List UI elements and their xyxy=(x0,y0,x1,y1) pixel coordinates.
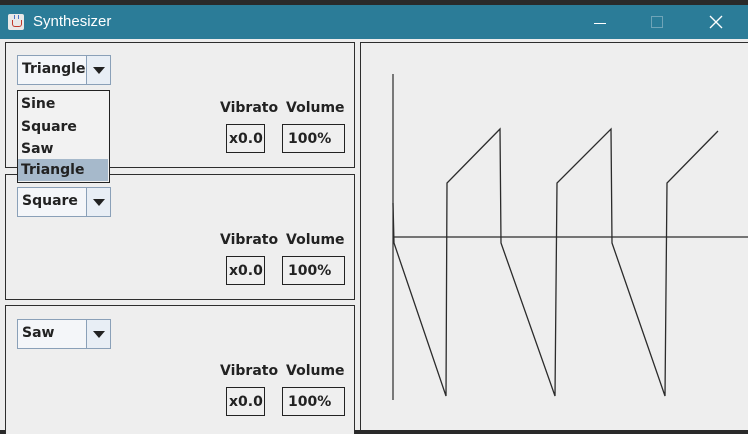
waveform-select-3[interactable]: Saw xyxy=(17,319,111,349)
volume-label: Volume xyxy=(286,232,345,248)
window-title: Synthesizer xyxy=(33,13,112,30)
volume-label: Volume xyxy=(286,100,345,116)
vibrato-field[interactable]: x0.0 xyxy=(226,124,265,153)
volume-field[interactable]: 100% xyxy=(282,124,345,153)
dropdown-option-square[interactable]: Square xyxy=(18,116,108,138)
volume-field[interactable]: 100% xyxy=(282,256,345,285)
java-cup-icon xyxy=(8,14,24,30)
oscillator-panel-2: Square Vibrato Volume x0.0 100% xyxy=(5,174,355,300)
close-icon xyxy=(709,15,723,29)
close-button[interactable] xyxy=(693,5,739,39)
minimize-icon xyxy=(594,22,606,24)
title-bar[interactable]: Synthesizer xyxy=(0,5,748,39)
chevron-down-icon[interactable] xyxy=(86,320,110,348)
vibrato-label: Vibrato xyxy=(220,363,279,379)
vibrato-label: Vibrato xyxy=(220,232,279,248)
waveform-select-value: Square xyxy=(22,193,78,209)
vibrato-field[interactable]: x0.0 xyxy=(226,387,265,416)
waveform-select-2[interactable]: Square xyxy=(17,187,111,217)
waveform-select-value: Saw xyxy=(22,325,55,341)
chevron-down-icon[interactable] xyxy=(86,56,110,84)
chevron-down-icon[interactable] xyxy=(86,188,110,216)
waveform-dropdown-list: Sine Square Saw Triangle xyxy=(17,90,110,183)
volume-label: Volume xyxy=(286,363,345,379)
waveform-trace xyxy=(392,127,719,397)
waveform-plot xyxy=(392,74,748,400)
waveform-select-1[interactable]: Triangle xyxy=(17,55,111,85)
minimize-button[interactable] xyxy=(577,5,623,39)
dropdown-option-saw[interactable]: Saw xyxy=(18,138,108,160)
waveform-display xyxy=(360,42,748,430)
maximize-icon xyxy=(651,16,663,28)
maximize-button[interactable] xyxy=(634,5,680,39)
dropdown-option-sine[interactable]: Sine xyxy=(18,93,108,115)
waveform-select-value: Triangle xyxy=(22,61,86,77)
volume-field[interactable]: 100% xyxy=(282,387,345,416)
oscillator-panel-3: Saw Vibrato Volume x0.0 100% xyxy=(5,305,355,434)
vibrato-field[interactable]: x0.0 xyxy=(226,256,265,285)
dropdown-option-triangle[interactable]: Triangle xyxy=(18,159,108,181)
synthesizer-window: Synthesizer Triangle Vibrato Volume x0.0… xyxy=(0,5,748,434)
vibrato-label: Vibrato xyxy=(220,100,279,116)
